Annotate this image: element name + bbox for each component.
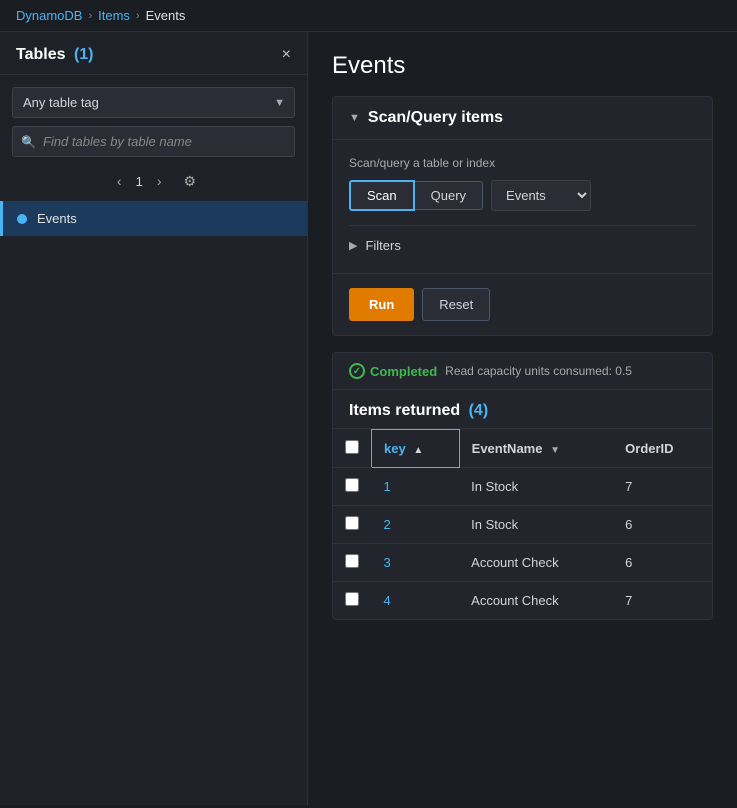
pagination-current: 1 <box>136 174 143 189</box>
table-row: 1 In Stock 7 <box>333 467 712 505</box>
scan-query-panel-body: Scan/query a table or index Scan Query E… <box>333 140 712 273</box>
search-container: 🔍 <box>12 126 295 157</box>
sidebar-title: Tables (1) <box>16 46 94 64</box>
table-tag-dropdown[interactable]: Any table tag <box>12 87 295 118</box>
table-list: Events <box>0 201 307 805</box>
index-select[interactable]: Events <box>491 180 591 211</box>
filters-label: Filters <box>365 238 400 253</box>
layout: Tables (1) × Any table tag ▼ 🔍 ‹ 1 › ⚙ E… <box>0 32 737 805</box>
row-orderid-1: 7 <box>613 467 712 505</box>
header-checkbox-col <box>333 430 372 468</box>
breadcrumb: DynamoDB › Items › Events <box>0 0 737 32</box>
breadcrumb-dynamodb[interactable]: DynamoDB <box>16 8 82 23</box>
panel-collapse-arrow: ▼ <box>349 112 360 124</box>
reset-button[interactable]: Reset <box>422 288 490 321</box>
scan-query-panel-header[interactable]: ▼ Scan/Query items <box>333 97 712 140</box>
row-checkbox-cell <box>333 581 372 619</box>
row-key-4[interactable]: 4 <box>372 581 460 619</box>
status-completed: ✓ Completed <box>349 363 437 379</box>
scan-query-panel: ▼ Scan/Query items Scan/query a table or… <box>332 96 713 336</box>
page-title: Events <box>332 52 713 80</box>
table-row: 3 Account Check 6 <box>333 543 712 581</box>
pagination: ‹ 1 › ⚙ <box>0 167 307 201</box>
header-eventname[interactable]: EventName ▼ <box>459 430 613 468</box>
action-buttons: Run Reset <box>333 273 712 335</box>
table-item-name: Events <box>37 211 77 226</box>
select-all-checkbox[interactable] <box>345 440 359 454</box>
row-eventname-3: Account Check <box>459 543 613 581</box>
row-eventname-4: Account Check <box>459 581 613 619</box>
row-key-1[interactable]: 1 <box>372 467 460 505</box>
items-returned-header: Items returned (4) <box>333 390 712 429</box>
key-sort-icon: ▲ <box>413 445 423 456</box>
results-table: key ▲ EventName ▼ OrderID <box>333 429 712 619</box>
table-row: 4 Account Check 7 <box>333 581 712 619</box>
results-status-bar: ✓ Completed Read capacity units consumed… <box>333 353 712 390</box>
filters-row[interactable]: ▶ Filters <box>349 225 696 257</box>
sidebar: Tables (1) × Any table tag ▼ 🔍 ‹ 1 › ⚙ E… <box>0 32 308 805</box>
search-icon: 🔍 <box>21 135 36 149</box>
main-content: Events ▼ Scan/Query items Scan/query a t… <box>308 32 737 805</box>
status-capacity: Read capacity units consumed: 0.5 <box>445 364 632 378</box>
scan-query-panel-title: Scan/Query items <box>368 109 503 127</box>
row-key-3[interactable]: 3 <box>372 543 460 581</box>
row-checkbox-cell <box>333 543 372 581</box>
header-orderid[interactable]: OrderID <box>613 430 712 468</box>
scan-query-controls: Scan Query Events <box>349 180 696 211</box>
eventname-sort-icon: ▼ <box>550 445 560 456</box>
row-checkbox-4[interactable] <box>345 592 359 606</box>
pagination-prev-button[interactable]: ‹ <box>111 171 128 191</box>
scan-button[interactable]: Scan <box>349 180 415 211</box>
sidebar-header: Tables (1) × <box>0 32 307 75</box>
filters-arrow-icon: ▶ <box>349 239 357 252</box>
search-input[interactable] <box>12 126 295 157</box>
row-checkbox-2[interactable] <box>345 516 359 530</box>
scan-query-label: Scan/query a table or index <box>349 156 696 170</box>
header-key[interactable]: key ▲ <box>372 430 460 468</box>
row-checkbox-cell <box>333 467 372 505</box>
row-checkbox-1[interactable] <box>345 478 359 492</box>
query-button[interactable]: Query <box>415 181 483 210</box>
pagination-settings-button[interactable]: ⚙ <box>184 173 197 190</box>
run-button[interactable]: Run <box>349 288 414 321</box>
row-checkbox-3[interactable] <box>345 554 359 568</box>
breadcrumb-items[interactable]: Items <box>98 8 130 23</box>
row-checkbox-cell <box>333 505 372 543</box>
sidebar-close-button[interactable]: × <box>282 46 291 64</box>
row-key-2[interactable]: 2 <box>372 505 460 543</box>
table-item-dot <box>17 214 27 224</box>
status-check-icon: ✓ <box>349 363 365 379</box>
row-orderid-2: 6 <box>613 505 712 543</box>
breadcrumb-current: Events <box>146 8 186 23</box>
row-eventname-2: In Stock <box>459 505 613 543</box>
results-panel: ✓ Completed Read capacity units consumed… <box>332 352 713 620</box>
breadcrumb-chevron-2: › <box>136 10 140 22</box>
row-orderid-4: 7 <box>613 581 712 619</box>
table-row: 2 In Stock 6 <box>333 505 712 543</box>
table-tag-dropdown-container: Any table tag ▼ <box>12 87 295 118</box>
pagination-next-button[interactable]: › <box>151 171 168 191</box>
row-orderid-3: 6 <box>613 543 712 581</box>
items-returned-title: Items returned (4) <box>349 402 488 419</box>
breadcrumb-chevron-1: › <box>88 10 92 22</box>
table-item-events[interactable]: Events <box>0 201 307 236</box>
row-eventname-1: In Stock <box>459 467 613 505</box>
